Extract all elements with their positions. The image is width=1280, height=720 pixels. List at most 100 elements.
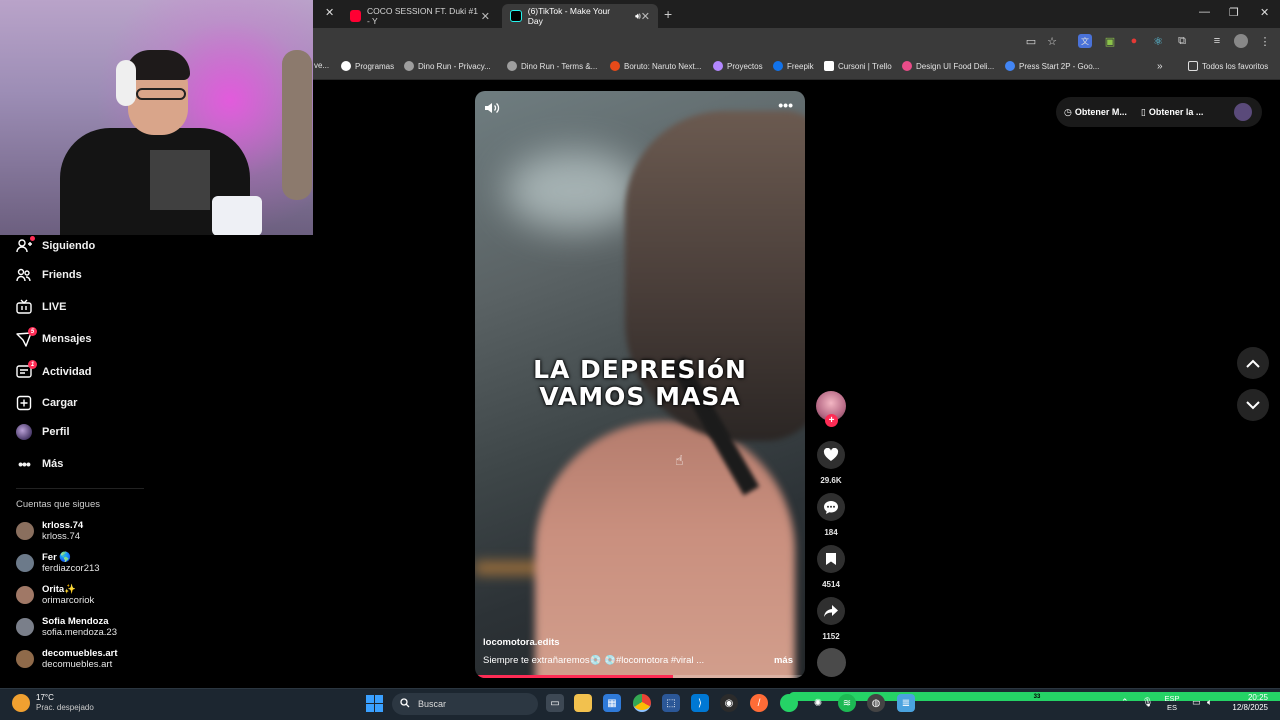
more-button[interactable]: más <box>774 655 793 666</box>
star-icon[interactable]: ☆ <box>1045 34 1059 48</box>
share-button[interactable] <box>817 597 845 625</box>
activity-badge: 1 <box>28 360 37 369</box>
react-extension-icon[interactable]: ⚛ <box>1151 34 1165 48</box>
start-button[interactable] <box>366 695 383 712</box>
microphone-icon[interactable]: 🎙︎ <box>1142 697 1153 708</box>
bookmark-google-fonts[interactable]: Press Start 2P - Goo... <box>1005 61 1099 71</box>
get-app-button[interactable]: Obtener la ... <box>1149 107 1204 117</box>
weather-widget[interactable]: 17°C Prac. despejado <box>12 693 94 713</box>
translate-extension-icon[interactable]: 文 <box>1078 34 1092 48</box>
sidebar-item-live[interactable]: LIVE <box>16 296 66 318</box>
cast-icon[interactable]: ▭ <box>1024 34 1038 48</box>
all-bookmarks[interactable]: Todos los favoritos <box>1188 61 1268 71</box>
close-icon[interactable]: ✕ <box>641 10 650 23</box>
account-name: decomuebles.art <box>42 648 118 659</box>
github-icon[interactable]: ◉ <box>720 694 738 712</box>
sidebar-item-friends[interactable]: Friends <box>16 264 82 286</box>
bookmark-dino-terms[interactable]: Dino Run - Terms &... <box>507 61 597 71</box>
postman-icon[interactable]: / <box>750 694 768 712</box>
following-account[interactable]: Orita✨ orimarcoriok <box>16 581 94 609</box>
spotify-icon[interactable]: ≋ <box>838 694 856 712</box>
sidebar-item-mas[interactable]: ••• Más <box>16 453 63 475</box>
screen: ✕ COCO SESSION FT. Duki #1 - Y ✕ (6)TikT… <box>0 0 1280 720</box>
sidebar-divider <box>16 488 144 489</box>
puzzle-icon[interactable]: ⧉ <box>1175 34 1189 48</box>
header-actions-pill: ◷ Obtener M... ▯ Obtener la ... <box>1056 97 1262 127</box>
extension-icon[interactable]: ▣ <box>1103 34 1117 48</box>
video-progress-fill <box>475 675 673 678</box>
bookmarks-overflow-icon[interactable]: » <box>1157 61 1163 72</box>
bookmark-dribbble[interactable]: Design UI Food Deli... <box>902 61 994 71</box>
comment-button[interactable] <box>817 493 845 521</box>
video-description: Siempre te extrañaremos💿 💿#locomotora #v… <box>483 655 705 666</box>
media-controls-icon[interactable]: ≡ <box>1210 34 1224 48</box>
taskbar-search[interactable]: Buscar <box>392 693 538 715</box>
window-close-icon[interactable]: ✕ <box>1260 6 1269 19</box>
bookmark-freepik[interactable]: Freepik <box>773 61 814 71</box>
profile-icon[interactable] <box>1234 34 1248 48</box>
following-account[interactable]: decomuebles.art decomuebles.art <box>16 645 118 673</box>
store-icon[interactable]: ▦ <box>603 694 621 712</box>
restore-icon[interactable]: ❐ <box>1229 6 1239 19</box>
get-coins-button[interactable]: Obtener M... <box>1075 107 1127 117</box>
app-icon[interactable]: ⬚ <box>662 694 680 712</box>
chrome-icon[interactable] <box>633 694 651 712</box>
record-extension-icon[interactable]: ● <box>1127 34 1141 48</box>
chatgpt-icon[interactable]: ✺ <box>809 694 827 712</box>
follow-plus-icon[interactable]: + <box>825 414 838 427</box>
network-icon[interactable]: ▭ <box>1192 697 1201 708</box>
video-author[interactable]: locomotora.edits <box>483 637 560 648</box>
minimize-icon[interactable]: — <box>1199 6 1210 18</box>
like-button[interactable] <box>817 441 845 469</box>
following-account[interactable]: Fer 🌎 ferdiazcor213 <box>16 549 100 577</box>
sidebar-item-siguiendo[interactable]: Siguiendo <box>16 235 95 257</box>
next-video-button[interactable] <box>1237 389 1269 421</box>
save-button[interactable] <box>817 545 845 573</box>
video-player[interactable]: ••• LA DEPRESIóN VAMOS MASA locomotora.e… <box>475 91 805 678</box>
more-options-icon[interactable]: ••• <box>778 97 793 113</box>
task-view-icon[interactable]: ▭ <box>546 694 564 712</box>
webcam-headset <box>116 60 136 106</box>
vscode-icon[interactable]: ⟩ <box>691 694 709 712</box>
video-progress-bar[interactable] <box>475 675 805 678</box>
tab-youtube[interactable]: COCO SESSION FT. Duki #1 - Y ✕ <box>342 4 498 28</box>
bookmark-boruto[interactable]: Boruto: Naruto Next... <box>610 61 701 71</box>
language-indicator[interactable]: ESP ES <box>1162 694 1182 712</box>
sidebar-item-label: Perfil <box>42 426 70 438</box>
tray-overflow-icon[interactable]: ⌃ <box>1121 697 1129 708</box>
account-name: Orita✨ <box>42 584 77 595</box>
notepad-icon[interactable]: ≣ <box>897 694 915 712</box>
bookmark-dino-privacy[interactable]: Dino Run - Privacy... <box>404 61 491 71</box>
more-icon: ••• <box>18 456 31 472</box>
following-account[interactable]: Sofia Mendoza sofia.mendoza.23 <box>16 613 117 641</box>
sidebar-item-perfil[interactable]: Perfil <box>16 421 70 443</box>
system-clock[interactable]: 20:25 12/8/2025 <box>1224 693 1268 713</box>
tab-tiktok-label: (6)TikTok - Make Your Day <box>527 6 611 26</box>
close-tab-icon[interactable]: ✕ <box>325 6 334 19</box>
file-explorer-icon[interactable] <box>574 694 592 712</box>
following-account[interactable]: krloss.74 krloss.74 <box>16 517 83 545</box>
close-icon[interactable]: ✕ <box>481 10 490 23</box>
volume-tray-icon[interactable]: 🔈︎ <box>1207 697 1212 708</box>
obs-icon[interactable]: ◍ <box>867 694 885 712</box>
new-tab-icon[interactable]: + <box>664 6 672 22</box>
sidebar-item-label: Siguiendo <box>42 240 96 252</box>
sidebar-item-actividad[interactable]: 1 Actividad <box>16 360 92 383</box>
tab-tiktok[interactable]: (6)TikTok - Make Your Day 🔊︎ ✕ <box>502 4 658 28</box>
volume-icon[interactable] <box>484 101 500 118</box>
kebab-menu-icon[interactable]: ⋮ <box>1258 34 1272 48</box>
sidebar-item-mensajes[interactable]: 5 Mensajes <box>16 327 92 350</box>
bookmark-proyectos[interactable]: Proyectos <box>713 61 763 71</box>
sidebar-item-label: Más <box>42 458 64 470</box>
caption-line: VAMOS MASA <box>539 382 741 411</box>
bookmark-truncated[interactable]: ve... <box>314 61 329 70</box>
bookmark-trello[interactable]: Cursoni | Trello <box>824 61 892 71</box>
sound-avatar[interactable] <box>817 648 846 677</box>
bookmark-programas[interactable]: Programas <box>341 61 394 71</box>
sidebar-item-label: Actividad <box>42 366 92 378</box>
previous-video-button[interactable] <box>1237 347 1269 379</box>
video-caption-overlay: LA DEPRESIóN VAMOS MASA <box>475 356 805 410</box>
user-avatar[interactable] <box>1234 103 1252 121</box>
sidebar-item-cargar[interactable]: Cargar <box>16 392 77 414</box>
sidebar-item-label: LIVE <box>42 301 67 313</box>
